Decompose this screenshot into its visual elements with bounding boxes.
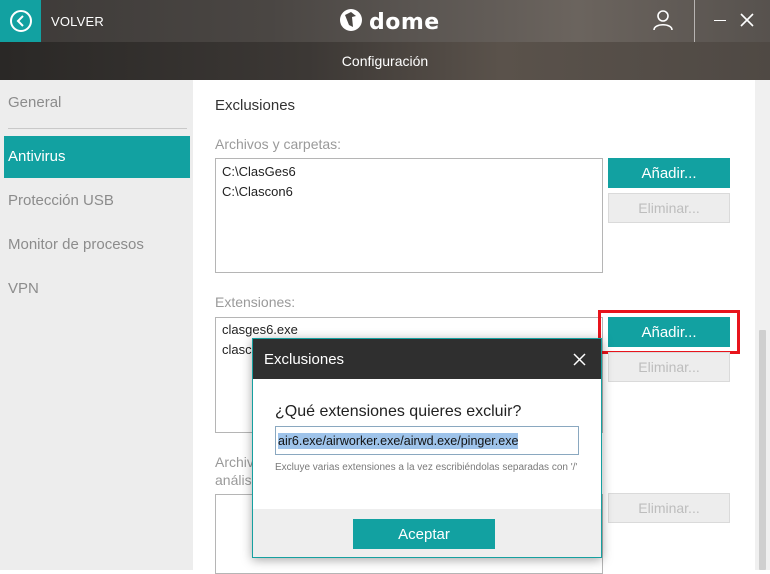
add-file-button[interactable]: Añadir... (608, 158, 730, 188)
dialog-title: Exclusiones (264, 351, 345, 368)
dialog-header: Exclusiones (253, 339, 601, 379)
dialog-question: ¿Qué extensiones quieres excluir? (275, 403, 522, 420)
accept-button[interactable]: Aceptar (353, 519, 495, 549)
sidebar: General Antivirus Protección USB Monitor… (0, 80, 193, 570)
dialog-footer: Aceptar (253, 509, 601, 557)
user-icon[interactable] (652, 9, 674, 36)
top-bar: VOLVER dome (0, 0, 770, 42)
exclusions-dialog: Exclusiones ¿Qué extensiones quieres exc… (252, 338, 602, 558)
dialog-close-icon[interactable] (573, 353, 586, 371)
extensions-input[interactable]: air6.exe/airworker.exe/airwd.exe/pinger.… (275, 426, 579, 455)
brand-name: dome (369, 10, 440, 35)
back-icon (9, 10, 32, 32)
remove-third-button[interactable]: Eliminar... (608, 493, 730, 523)
brand-logo-icon (339, 7, 363, 38)
sidebar-item-antivirus[interactable]: Antivirus (4, 136, 190, 178)
sidebar-item-proteccion-usb[interactable]: Protección USB (0, 180, 190, 222)
sidebar-divider (8, 128, 187, 129)
third-label-line2: anális (215, 472, 252, 488)
window-title: Configuración (0, 42, 770, 80)
third-label-line1: Archiv (215, 454, 254, 470)
sidebar-item-general[interactable]: General (0, 82, 190, 124)
top-bar-divider (694, 0, 695, 42)
section-title: Exclusiones (215, 97, 296, 114)
sidebar-item-vpn[interactable]: VPN (0, 268, 190, 310)
remove-extension-button[interactable]: Eliminar... (608, 352, 730, 382)
files-label: Archivos y carpetas: (215, 136, 342, 152)
scrollbar-thumb[interactable] (759, 330, 766, 570)
close-icon[interactable] (740, 13, 754, 32)
list-item[interactable]: clasges6.exe (216, 320, 602, 340)
dialog-hint: Excluye varias extensiones a la vez escr… (275, 462, 578, 473)
sidebar-item-monitor-procesos[interactable]: Monitor de procesos (0, 224, 190, 266)
extensions-input-value[interactable]: air6.exe/airworker.exe/airwd.exe/pinger.… (278, 432, 519, 449)
back-label[interactable]: VOLVER (51, 14, 104, 29)
files-list[interactable]: C:\ClasGes6 C:\Clascon6 (215, 158, 603, 273)
add-extension-button[interactable]: Añadir... (608, 317, 730, 347)
remove-file-button[interactable]: Eliminar... (608, 193, 730, 223)
list-item[interactable]: C:\Clascon6 (216, 182, 602, 202)
minimize-icon[interactable] (714, 20, 726, 21)
extensions-label: Extensiones: (215, 294, 296, 310)
list-item[interactable]: C:\ClasGes6 (216, 162, 602, 182)
back-button[interactable] (0, 0, 41, 42)
brand: dome (339, 7, 440, 38)
